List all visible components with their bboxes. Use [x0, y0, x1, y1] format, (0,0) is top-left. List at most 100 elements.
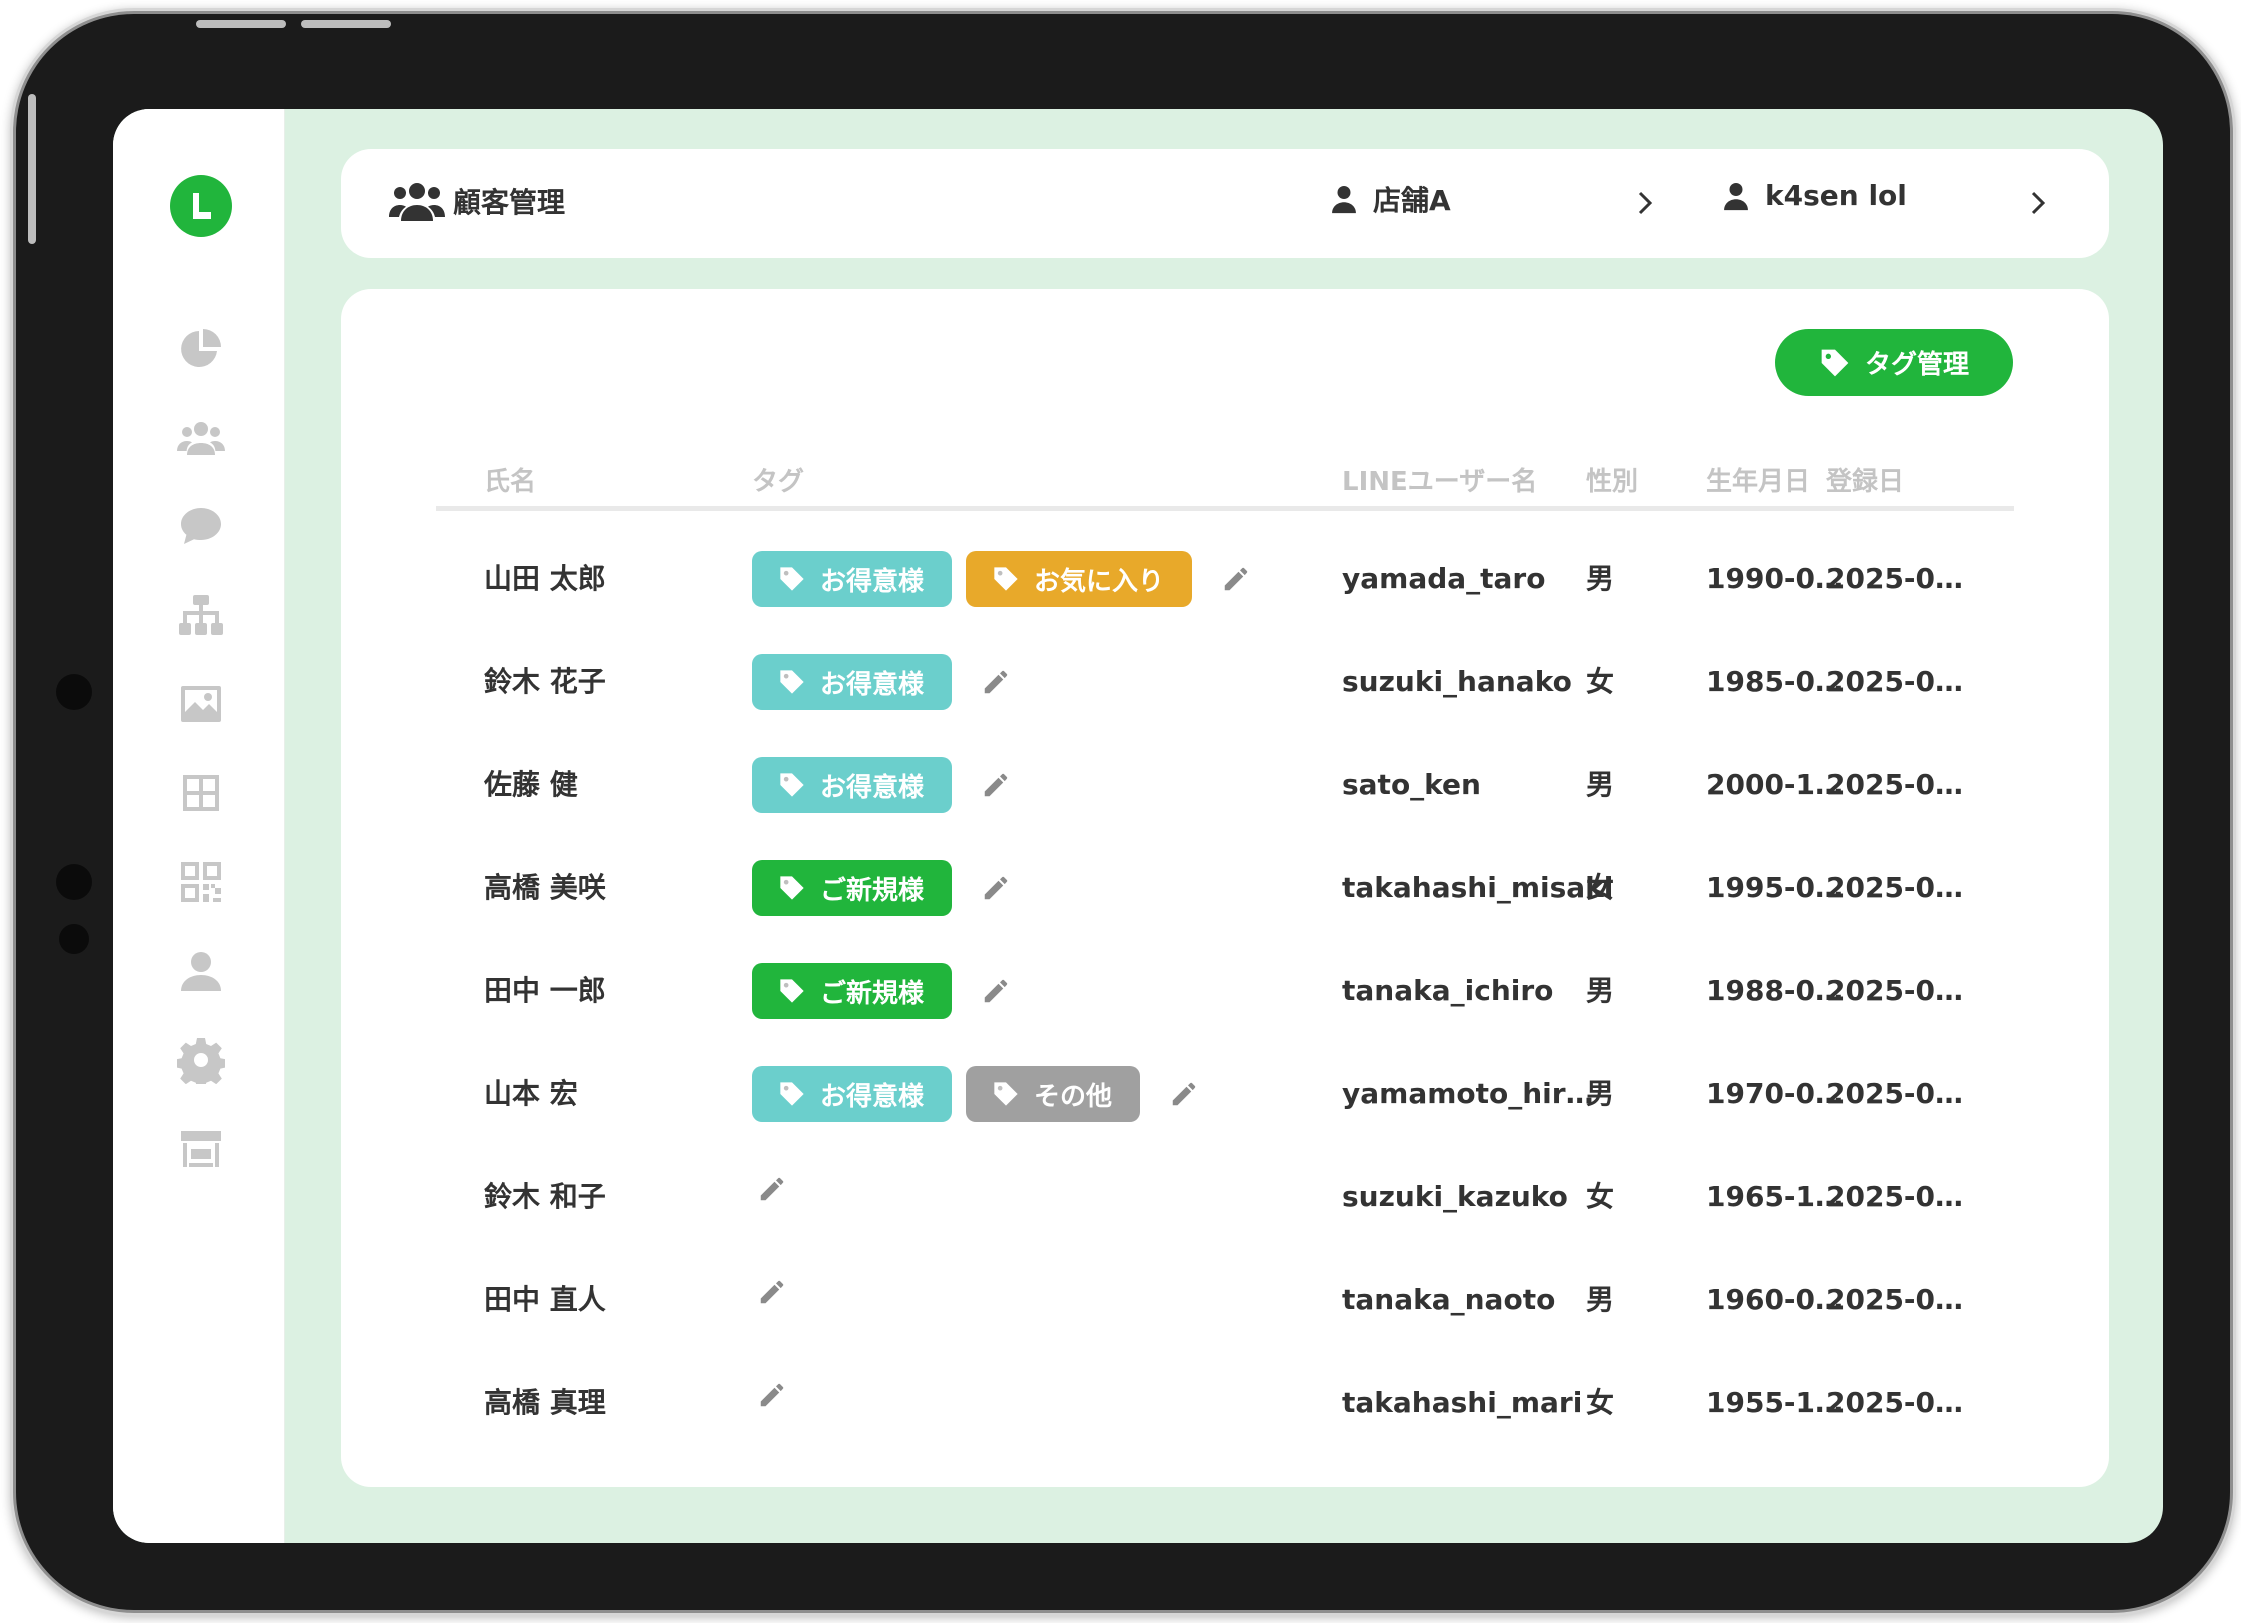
user-account-selector[interactable]: k4sen lol — [1723, 179, 1907, 212]
customer-name: 鈴木 花子 — [484, 665, 606, 698]
customer-tag[interactable]: ご新規様 — [752, 963, 953, 1019]
power-button — [301, 20, 391, 28]
header-line-user[interactable]: LINEユーザー名 — [1342, 461, 1537, 498]
tag-icon — [778, 565, 806, 593]
image-icon[interactable] — [175, 678, 227, 730]
gender: 女 — [1586, 1386, 1615, 1419]
customer-name: 山田 太郎 — [484, 562, 606, 595]
table-row[interactable]: 高橋 真理 takahashi_mari 女 1955-1… 2025-0… — [436, 1352, 2014, 1454]
logo-l-icon[interactable] — [170, 175, 232, 237]
camera-sensor — [56, 674, 92, 710]
store-selector[interactable]: 店舗A — [1331, 179, 1451, 219]
table-header: 氏名 タグ LINEユーザー名 性別 生年月日 登録日 — [436, 461, 2014, 511]
gender: 女 — [1586, 1180, 1615, 1213]
line-username: takahashi_misaki — [1342, 871, 1614, 904]
birthday: 1955-1… — [1706, 1386, 1844, 1419]
gender: 男 — [1586, 974, 1615, 1007]
gender: 男 — [1586, 1077, 1615, 1110]
customer-tag[interactable]: お得意様 — [752, 654, 953, 710]
table-row[interactable]: 田中 直人 tanaka_naoto 男 1960-0… 2025-0… — [436, 1249, 2014, 1351]
registered-date: 2025-0… — [1826, 1283, 1964, 1316]
customer-name: 山本 宏 — [484, 1077, 578, 1110]
line-username: suzuki_hanako — [1342, 665, 1572, 698]
camera-sensor — [56, 864, 92, 900]
sidebar — [113, 109, 285, 1543]
pie-chart-icon[interactable] — [175, 323, 227, 375]
customer-tag[interactable]: お得意様 — [752, 1066, 953, 1122]
registered-date: 2025-0… — [1826, 1077, 1964, 1110]
table-row[interactable]: 佐藤 健 お得意様 sato_ken 男 2000-1… 2025-0… — [436, 734, 2014, 836]
header-birthday[interactable]: 生年月日 — [1706, 461, 1810, 498]
tag-list: お得意様 その他 — [752, 1066, 1204, 1122]
table-row[interactable]: 山本 宏 お得意様 その他 yamamoto_hir… 男 1970-0… 2025-0… — [436, 1043, 2014, 1145]
tag-list: ご新規様 — [752, 963, 1016, 1019]
tag-icon — [992, 565, 1020, 593]
tag-list: お得意様 お気に入り — [752, 551, 1256, 607]
header-name[interactable]: 氏名 — [484, 461, 536, 498]
customer-tag[interactable]: お気に入り — [966, 551, 1193, 607]
edit-tags-pencil-icon[interactable] — [752, 1375, 792, 1415]
app-screen: 顧客管理 店舗A k4sen lol タグ管理 氏名 タグ LINEユーザー名 … — [113, 109, 2163, 1543]
tag-list — [752, 1375, 792, 1415]
tag-label: お得意様 — [820, 772, 925, 803]
edit-tags-pencil-icon[interactable] — [752, 1169, 792, 1209]
tag-label: お得意様 — [820, 669, 925, 700]
user-icon[interactable] — [175, 945, 227, 997]
header-gender[interactable]: 性別 — [1586, 461, 1638, 498]
edit-tags-pencil-icon[interactable] — [976, 662, 1016, 702]
tag-label: お得意様 — [820, 1081, 925, 1112]
sitemap-icon[interactable] — [175, 589, 227, 641]
customer-name: 高橋 美咲 — [484, 871, 606, 904]
table-row[interactable]: 鈴木 和子 suzuki_kazuko 女 1965-1… 2025-0… — [436, 1146, 2014, 1248]
gender: 男 — [1586, 1283, 1615, 1316]
registered-date: 2025-0… — [1826, 871, 1964, 904]
edit-tags-pencil-icon[interactable] — [976, 868, 1016, 908]
tag-manage-button[interactable]: タグ管理 — [1775, 329, 2013, 396]
edit-tags-pencil-icon[interactable] — [976, 971, 1016, 1011]
customer-tag[interactable]: その他 — [966, 1066, 1141, 1122]
users-icon[interactable] — [175, 411, 227, 463]
birthday: 1990-0… — [1706, 562, 1844, 595]
birthday: 1985-0… — [1706, 665, 1844, 698]
user-name: k4sen lol — [1765, 179, 1907, 212]
table-row[interactable]: 田中 一郎 ご新規様 tanaka_ichiro 男 1988-0… 2025-0… — [436, 940, 2014, 1042]
grid-icon[interactable] — [175, 767, 227, 819]
birthday: 1995-0… — [1706, 871, 1844, 904]
table-row[interactable]: 鈴木 花子 お得意様 suzuki_hanako 女 1985-0… 2025-0… — [436, 631, 2014, 733]
user-icon — [1724, 182, 1748, 210]
edit-tags-pencil-icon[interactable] — [1164, 1074, 1204, 1114]
page-title: 顧客管理 — [453, 186, 566, 219]
tag-label: その他 — [1034, 1081, 1113, 1112]
birthday: 1970-0… — [1706, 1077, 1844, 1110]
chevron-right-icon[interactable] — [1631, 183, 1659, 223]
header-bar: 顧客管理 店舗A k4sen lol — [341, 149, 2109, 258]
customer-name: 高橋 真理 — [484, 1386, 606, 1419]
tag-icon — [778, 977, 806, 1005]
chevron-right-icon[interactable] — [2024, 183, 2052, 223]
store-icon[interactable] — [175, 1123, 227, 1175]
tablet-frame: 顧客管理 店舗A k4sen lol タグ管理 氏名 タグ LINEユーザー名 … — [16, 14, 2230, 1610]
table-row[interactable]: 高橋 美咲 ご新規様 takahashi_misaki 女 1995-0… 2025-0… — [436, 837, 2014, 939]
tag-list — [752, 1272, 792, 1312]
tag-list: お得意様 — [752, 757, 1016, 813]
gear-icon[interactable] — [175, 1034, 227, 1086]
line-username: tanaka_naoto — [1342, 1283, 1556, 1316]
customer-tag[interactable]: お得意様 — [752, 757, 953, 813]
qr-code-icon[interactable] — [175, 856, 227, 908]
tag-list — [752, 1169, 792, 1209]
line-username: takahashi_mari — [1342, 1386, 1583, 1419]
header-tag[interactable]: タグ — [752, 461, 804, 498]
customer-tag[interactable]: ご新規様 — [752, 860, 953, 916]
chat-bubble-icon[interactable] — [175, 500, 227, 552]
edit-tags-pencil-icon[interactable] — [976, 765, 1016, 805]
customer-tag[interactable]: お得意様 — [752, 551, 953, 607]
gender: 男 — [1586, 562, 1615, 595]
header-registered[interactable]: 登録日 — [1826, 461, 1904, 498]
line-username: yamada_taro — [1342, 562, 1546, 595]
table-row[interactable]: 山田 太郎 お得意様 お気に入り yamada_taro 男 1990-0… 2025-0… — [436, 528, 2014, 630]
edit-tags-pencil-icon[interactable] — [752, 1272, 792, 1312]
birthday: 1988-0… — [1706, 974, 1844, 1007]
tag-manage-label: タグ管理 — [1864, 350, 1969, 380]
customer-name: 佐藤 健 — [484, 768, 578, 801]
edit-tags-pencil-icon[interactable] — [1216, 559, 1256, 599]
